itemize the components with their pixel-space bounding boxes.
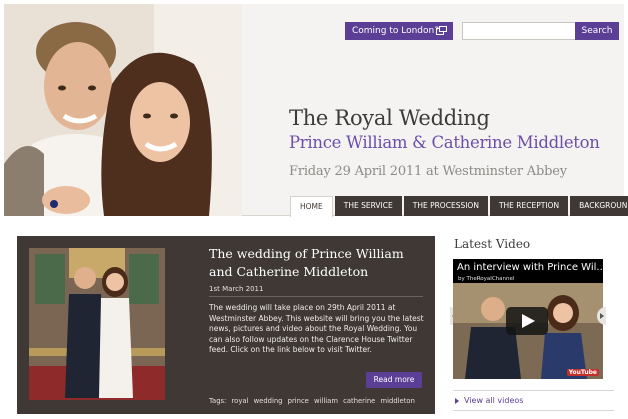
view-all-videos-label: View all videos bbox=[464, 396, 524, 405]
search-input[interactable] bbox=[462, 22, 576, 40]
tag-link[interactable]: middleton bbox=[381, 397, 415, 405]
video-player[interactable]: An interview with Prince Wil... by TheRo… bbox=[453, 259, 603, 379]
video-channel: by TheRoyalChannel bbox=[458, 276, 515, 282]
tag-link[interactable]: wedding bbox=[254, 397, 283, 405]
tag-link[interactable]: william bbox=[314, 397, 338, 405]
coming-to-london-label: Coming to London? bbox=[352, 26, 439, 36]
divider bbox=[453, 390, 614, 391]
triangle-right-icon bbox=[455, 397, 459, 404]
youtube-logo: YouTube bbox=[566, 369, 599, 376]
tag-link[interactable]: catherine bbox=[343, 397, 375, 405]
view-all-videos-link[interactable]: View all videos bbox=[455, 396, 523, 405]
tag-list: Tags: royal wedding prince william cathe… bbox=[209, 397, 418, 405]
nav-tab-the-service[interactable]: THE SERVICE bbox=[334, 196, 402, 216]
coming-to-london-button[interactable]: Coming to London? bbox=[345, 22, 453, 40]
tag-link[interactable]: royal bbox=[232, 397, 249, 405]
new-window-icon bbox=[436, 26, 447, 35]
feature-body: The wedding will take place on 29th Apri… bbox=[209, 303, 424, 354]
search-button[interactable]: Search bbox=[575, 22, 619, 40]
page: Coming to London? Search The Royal Weddi… bbox=[0, 0, 628, 419]
page-subtitle: Prince William & Catherine Middleton bbox=[289, 133, 600, 152]
nav-tab-background[interactable]: BACKGROUND bbox=[570, 196, 628, 216]
divider bbox=[209, 296, 423, 297]
page-title: The Royal Wedding bbox=[289, 106, 490, 130]
tag-link[interactable]: prince bbox=[288, 397, 309, 405]
nav-tab-home[interactable]: HOME bbox=[290, 196, 333, 217]
main-nav: HOME THE SERVICE THE PROCESSION THE RECE… bbox=[290, 196, 628, 217]
header-banner: Coming to London? Search The Royal Weddi… bbox=[4, 4, 628, 217]
feature-title-link[interactable]: The wedding of Prince William and Cather… bbox=[209, 245, 423, 281]
video-title[interactable]: An interview with Prince Wil... bbox=[457, 262, 602, 273]
engagement-photo bbox=[29, 248, 165, 400]
nav-tab-the-procession[interactable]: THE PROCESSION bbox=[403, 196, 488, 216]
divider bbox=[453, 410, 614, 411]
nav-tab-the-reception[interactable]: THE RECEPTION bbox=[489, 196, 569, 216]
latest-video-heading: Latest Video bbox=[454, 237, 531, 251]
tags-label: Tags: bbox=[209, 397, 227, 405]
play-icon[interactable] bbox=[506, 307, 548, 335]
feature-date: 1st March 2011 bbox=[209, 285, 264, 293]
read-more-button[interactable]: Read more bbox=[366, 372, 422, 388]
event-dateline: Friday 29 April 2011 at Westminster Abbe… bbox=[289, 164, 567, 179]
hero-couple-photo bbox=[4, 4, 242, 216]
feature-article: The wedding of Prince William and Cather… bbox=[17, 236, 435, 414]
